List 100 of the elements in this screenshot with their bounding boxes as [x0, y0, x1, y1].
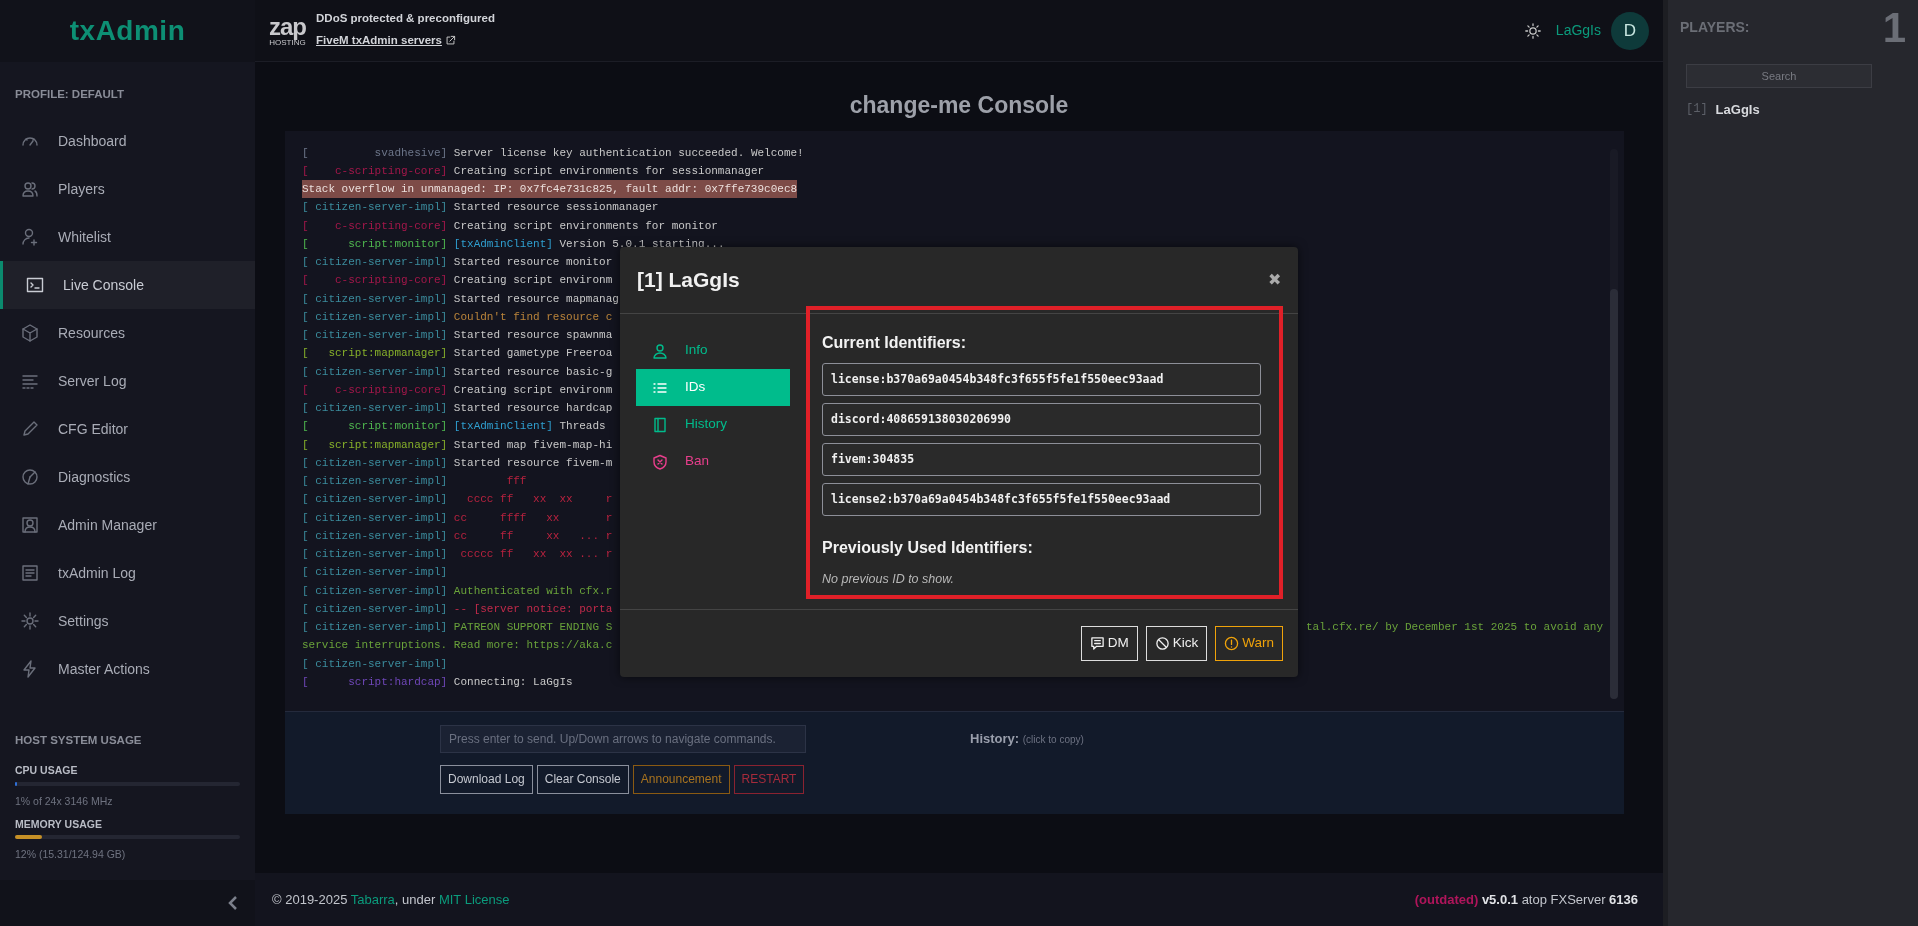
cube-icon — [20, 323, 40, 344]
log-source: [ citizen-server-impl] — [302, 328, 448, 343]
log-source: [ script:monitor] — [302, 236, 448, 252]
modal-tab[interactable]: History — [636, 406, 790, 443]
sidebar-item[interactable]: Diagnostics — [0, 453, 255, 502]
footer-link[interactable]: MIT License — [438, 891, 510, 907]
user-name[interactable]: LaGgIs — [1555, 20, 1601, 41]
log-source: [ citizen-server-impl] — [302, 474, 448, 489]
log-message: Authenticated with cfx.r — [453, 583, 613, 599]
log-source: [ citizen-server-impl] — [302, 656, 448, 672]
modal-button[interactable]: Warn — [1215, 626, 1283, 661]
log-message: [txAdminClient] — [453, 419, 553, 435]
log-message: cc ffff xx r — [453, 510, 613, 526]
sidebar-item[interactable]: Master Actions — [0, 645, 255, 694]
player-name[interactable]: LaGgIs — [1715, 100, 1760, 120]
search-field[interactable]: Search — [1686, 64, 1872, 88]
log-source: [ svadhesive] — [302, 145, 448, 161]
log-source: [ c-scripting-core] — [302, 218, 448, 234]
sidebar-item[interactable]: Server Log — [0, 357, 255, 406]
notebook-icon — [652, 416, 668, 433]
log-source: [ citizen-server-impl] — [302, 364, 448, 380]
log-message: Started resource fivem-m — [453, 455, 613, 471]
log-source: [ citizen-server-impl] — [302, 510, 448, 526]
panel-title: PLAYERS: — [1680, 17, 1750, 37]
meter-reading: 12% (15.31/124.94 GB) — [15, 847, 127, 863]
sidebar-item[interactable]: Whitelist — [0, 213, 255, 262]
log-message: Started resource spawnma — [453, 328, 613, 343]
log-message: -- [server notice: porta — [453, 601, 613, 617]
modal-button[interactable]: Kick — [1145, 626, 1208, 661]
collapse-icon[interactable] — [227, 895, 239, 911]
ad-logo[interactable]: zap HOSTING — [269, 14, 306, 47]
sidebar-item[interactable]: Players — [0, 165, 255, 214]
identifier-field[interactable]: license:b370a69a0454b348fc3f655f5fe1f550eec93aad — [822, 363, 1261, 396]
log-error: Stack overflow in unmanaged: IP: 0x7fc4e731c825, fault addr: 0x7ffe739c0ec8 — [302, 180, 798, 199]
modal-button[interactable]: DM — [1080, 626, 1138, 661]
console-button[interactable]: Download Log — [440, 764, 533, 794]
log-source: [ c-scripting-core] — [302, 163, 448, 179]
log-source: [ script:monitor] — [302, 419, 448, 435]
pie-chart-icon — [20, 467, 40, 488]
portrait-icon — [20, 515, 40, 536]
log-source: [ script:mapmanager] — [302, 437, 448, 453]
copyright-text: © 2019-2025 Tabarra, under MIT License — [272, 890, 510, 909]
log-message: Started resource monitor — [453, 255, 613, 270]
sidebar-item[interactable]: Live Console — [0, 261, 255, 310]
log-message: Creating script environments for monitor — [453, 218, 718, 234]
modal-title: [1] LaGgIs — [637, 267, 740, 294]
identifier-field[interactable]: fivem:304835 — [822, 443, 1261, 476]
log-message: Server license key authentication succeeded. Welcome! — [453, 145, 804, 161]
sidebar-item[interactable]: Settings — [0, 597, 255, 646]
document-icon — [20, 563, 40, 584]
meter-reading: 1% of 24x 3146 MHz — [15, 793, 114, 809]
log-source: [ citizen-server-impl] — [302, 291, 448, 307]
ad-link[interactable]: FiveM txAdmin servers — [316, 32, 456, 50]
log-message: Started gametype Freeroa — [453, 346, 613, 362]
user-plus-icon — [20, 227, 40, 248]
identifier-field[interactable]: license2:b370a69a0454b348fc3f655f5fe1f550eec93aad — [822, 483, 1261, 516]
log-source: [ c-scripting-core] — [302, 273, 448, 289]
log-source: [ c-scripting-core] — [302, 382, 448, 398]
log-message: PATREON SUPPORT ENDING S — [453, 620, 613, 635]
log-message: tal.cfx.re/ by December 1st 2025 to avoid any — [1305, 620, 1603, 635]
log-message: Creating script environm — [453, 273, 613, 289]
console-button[interactable]: Announcement — [632, 764, 730, 794]
log-source: [ citizen-server-impl] — [302, 601, 448, 617]
log-message: Started resource sessionmanager — [453, 200, 659, 216]
log-source: [ citizen-server-impl] — [302, 309, 448, 325]
modal-tab[interactable]: Info — [636, 332, 790, 369]
section-heading: HOST SYSTEM USAGE — [15, 732, 143, 748]
log-message: Threads — [558, 419, 606, 435]
page-title: change-me Console — [848, 91, 1070, 120]
log-source: [ citizen-server-impl] — [302, 492, 448, 508]
log-message: fff — [505, 474, 527, 489]
section-heading: Current Identifiers: — [822, 333, 967, 353]
log-message: ccccc ff xx xx ... r — [459, 547, 613, 562]
log-source: [ citizen-server-impl] — [302, 200, 448, 216]
close-button[interactable]: ✖ — [1268, 268, 1281, 292]
log-message: [txAdminClient] — [453, 236, 553, 252]
command-field[interactable]: Press enter to send. Up/Down arrows to navigate commands. — [440, 724, 806, 753]
sidebar-item[interactable]: Resources — [0, 309, 255, 358]
modal-tab[interactable]: Ban — [636, 443, 790, 480]
footer-link[interactable]: Tabarra — [350, 891, 395, 907]
prohibited-icon — [1154, 636, 1170, 651]
log-message: Started resource hardcap — [453, 401, 613, 416]
log-message: Started resource mapmanag — [453, 291, 619, 307]
sidebar-item[interactable]: Dashboard — [0, 117, 255, 166]
avatar[interactable]: D — [1611, 11, 1649, 50]
section-heading: Previously Used Identifiers: — [822, 538, 1034, 558]
log-message: Couldn't find resource c — [453, 309, 613, 325]
log-source: [ citizen-server-impl] — [302, 455, 448, 471]
log-message: Started map fivem-map-hi — [453, 437, 613, 453]
log-source: [ citizen-server-impl] — [302, 620, 448, 635]
sidebar-item[interactable]: Admin Manager — [0, 501, 255, 550]
sidebar-item[interactable]: txAdmin Log — [0, 549, 255, 598]
log-message: cc ff xx ... r — [453, 528, 613, 544]
scrollbar[interactable] — [1610, 148, 1618, 699]
identifier-field[interactable]: discord:408659138030206990 — [822, 403, 1261, 436]
log-source: [ citizen-server-impl] — [302, 565, 448, 581]
log-source: [ script:mapmanager] — [302, 346, 448, 362]
warning-icon — [1224, 636, 1240, 651]
console-button[interactable]: Clear Console — [536, 764, 629, 794]
sidebar-item[interactable]: CFG Editor — [0, 405, 255, 454]
